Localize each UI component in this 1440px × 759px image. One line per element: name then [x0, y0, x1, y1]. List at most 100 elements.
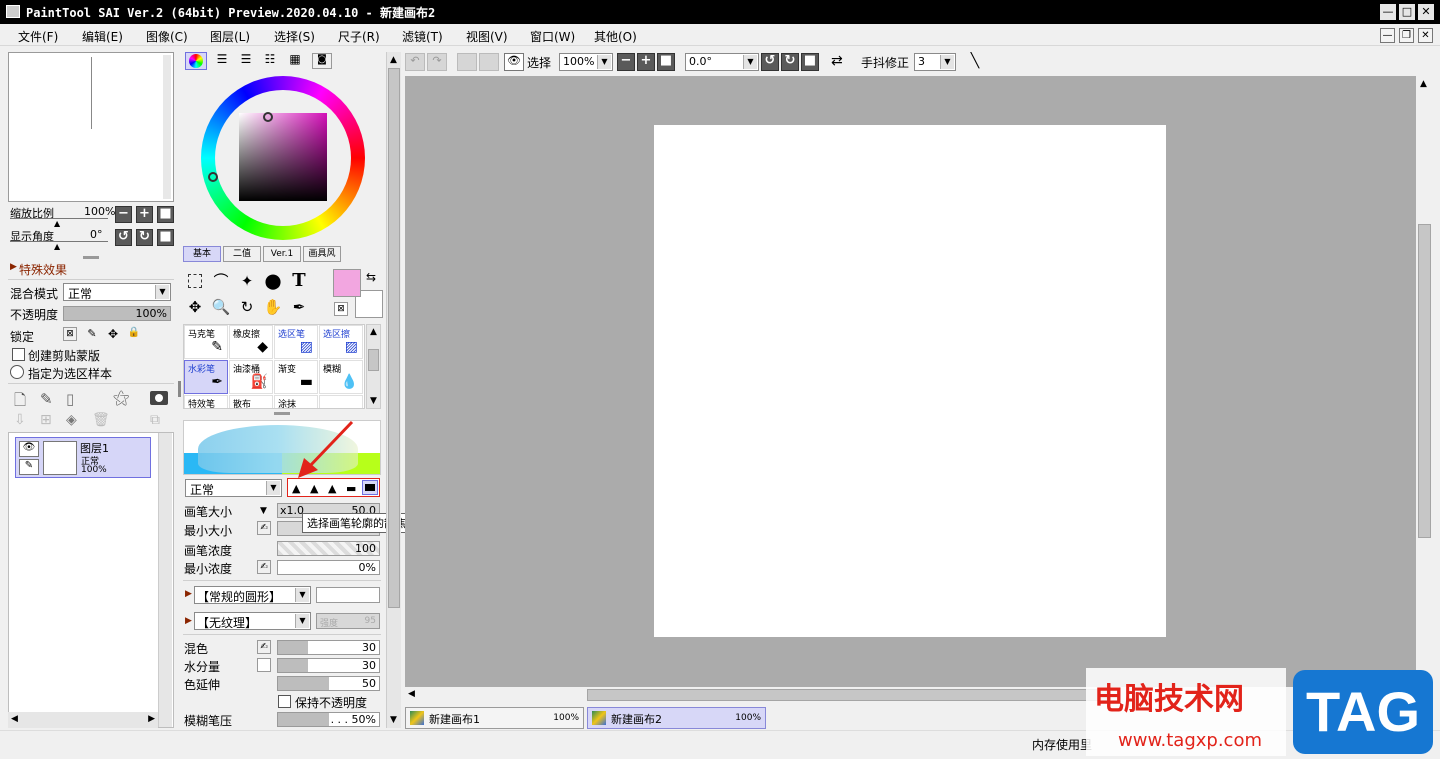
brush-blur[interactable]: 模糊 💧	[319, 360, 363, 394]
canvas[interactable]	[654, 125, 1166, 637]
brush-eraser[interactable]: 橡皮擦 ◆	[229, 325, 273, 359]
effects-arrow-icon[interactable]: ▶	[10, 262, 17, 272]
effects-label[interactable]: 特殊效果	[19, 261, 67, 278]
layer-row[interactable]: 👁 ✎ 图层1 正常 100%	[15, 437, 151, 478]
brush-bucket[interactable]: 油漆桶 ⛽	[229, 360, 273, 394]
rotate-right-button[interactable]: ↻	[781, 53, 799, 71]
edge-soft-2-icon[interactable]: ▲	[328, 482, 336, 495]
opacity-slider[interactable]: 100%	[63, 306, 171, 321]
edge-soft-1-icon[interactable]: ▬	[346, 482, 356, 495]
brush-selection-pen[interactable]: 选区笔 ▨	[274, 325, 318, 359]
rect-select-icon[interactable]	[183, 269, 207, 293]
zoom-icon[interactable]: 🔍	[209, 295, 233, 319]
menu-layer[interactable]: 图层(L)	[210, 28, 250, 45]
clear-layer-icon[interactable]: ◈	[66, 412, 77, 428]
water-slider[interactable]: 30	[277, 658, 380, 673]
menu-filter[interactable]: 滤镜(T)	[402, 28, 443, 45]
water-pressure-checkbox[interactable]	[257, 658, 271, 672]
canvas-viewport[interactable]	[405, 76, 1416, 687]
brush-empty-slot[interactable]	[319, 395, 363, 408]
tool-panel-scrollbar[interactable]: ▲ ▼	[386, 52, 401, 728]
menu-file[interactable]: 文件(F)	[18, 28, 58, 45]
brush-icon[interactable]: ✎	[19, 459, 39, 475]
zoom-out-button[interactable]: −	[617, 53, 635, 71]
color-wheel-tab[interactable]	[185, 52, 207, 70]
rotate-right-button[interactable]: ↻	[136, 229, 153, 246]
primary-color-swatch[interactable]	[333, 269, 361, 297]
brush-watercolor[interactable]: 水彩笔 ✒	[184, 360, 228, 394]
sv-picker-handle[interactable]	[263, 112, 273, 122]
hsv-slider-tab[interactable]: ☰	[236, 52, 256, 70]
brush-effect-pen[interactable]: 特效笔✎	[184, 395, 228, 408]
tab-painter-style[interactable]: 画具风	[303, 246, 341, 262]
texture-expand-icon[interactable]: ▶	[185, 616, 192, 626]
panel-splitter-vertical[interactable]	[178, 381, 181, 397]
tab-basic[interactable]: 基本	[183, 246, 221, 262]
move-icon[interactable]: ✥	[183, 295, 207, 319]
blur-pressure-slider[interactable]: . . . 50%	[277, 712, 380, 727]
tab-binary[interactable]: 二值	[223, 246, 261, 262]
hue-picker-handle[interactable]	[208, 172, 218, 182]
rotate-left-button[interactable]: ↺	[761, 53, 779, 71]
minimize-button[interactable]: —	[1380, 4, 1396, 20]
zoom-out-button[interactable]: −	[115, 206, 132, 223]
lock-move-icon[interactable]: ✥	[106, 327, 120, 341]
merge-down-icon[interactable]: ⊞	[40, 412, 52, 428]
density-slider[interactable]: 100	[277, 541, 380, 556]
eye-icon[interactable]: 👁	[504, 53, 524, 71]
mdi-restore-button[interactable]: ❐	[1399, 28, 1414, 43]
panel-splitter[interactable]	[274, 412, 290, 415]
menu-view[interactable]: 视图(V)	[466, 28, 508, 45]
stabilizer-select[interactable]: 3 ▼	[914, 53, 956, 71]
rotate-left-button[interactable]: ↺	[115, 229, 132, 246]
lasso-icon[interactable]: ⌒	[209, 269, 233, 293]
brush-grid-scrollbar[interactable]: ▲ ▼	[366, 324, 381, 409]
shape-icon[interactable]: ⬤	[261, 269, 285, 293]
straight-line-icon[interactable]: ╲	[965, 53, 985, 71]
hand-icon[interactable]: ✋	[261, 295, 285, 319]
menu-other[interactable]: 其他(O)	[594, 28, 637, 45]
brush-shape-select[interactable]: 【常规的圆形】 ▼	[194, 586, 311, 604]
menu-select[interactable]: 选择(S)	[274, 28, 315, 45]
blend-slider[interactable]: 30	[277, 640, 380, 655]
magic-wand-icon[interactable]: ✦	[235, 269, 259, 293]
navigator-preview[interactable]	[8, 52, 174, 202]
brush-smudge[interactable]: 涂抹☜	[274, 395, 318, 408]
brush-selection-eraser[interactable]: 选区擦 ▨	[319, 325, 363, 359]
brush-gradient[interactable]: 渐变 ▬	[274, 360, 318, 394]
lock-paint-icon[interactable]: ✎	[85, 327, 99, 341]
text-tool-icon[interactable]: T	[287, 269, 311, 293]
zoom-reset-button[interactable]: ■	[657, 53, 675, 71]
undo-icon[interactable]: ↶	[405, 53, 425, 71]
deselect-icon[interactable]	[457, 53, 477, 71]
zoom-slider-handle[interactable]: ▲	[54, 219, 60, 228]
min-density-slider[interactable]: 0%	[277, 560, 380, 575]
scratchpad-tab[interactable]: ◙	[312, 53, 332, 69]
layer-list-hscrollbar[interactable]: ◀ ▶	[8, 712, 158, 728]
apply-mask-icon[interactable]: ⧉	[150, 412, 160, 428]
menu-ruler[interactable]: 尺子(R)	[338, 28, 380, 45]
swap-colors-icon[interactable]: ⇆	[366, 270, 376, 284]
edge-hard-icon[interactable]	[362, 480, 378, 495]
shape-expand-icon[interactable]: ▶	[185, 589, 192, 599]
flip-horizontal-icon[interactable]: ⇄	[831, 53, 843, 69]
rotate-reset-button[interactable]: ■	[157, 229, 174, 246]
stretch-slider[interactable]: 50	[277, 676, 380, 691]
swatch-list-tab[interactable]: ☷	[260, 52, 280, 70]
clip-mask-checkbox[interactable]	[12, 348, 25, 361]
brush-scatter[interactable]: 散布·	[229, 395, 273, 408]
rotate-reset-button[interactable]: ■	[801, 53, 819, 71]
redo-icon[interactable]: ↷	[427, 53, 447, 71]
palette-tab[interactable]: ▦	[284, 52, 306, 70]
layer-effects-icon[interactable]: ⚝	[113, 388, 130, 408]
zoom-reset-button[interactable]: ■	[157, 206, 174, 223]
angle-select[interactable]: 0.0° ▼	[685, 53, 759, 71]
lock-all-icon[interactable]: 🔒	[127, 327, 141, 341]
layer-mask-icon[interactable]	[150, 391, 168, 405]
saturation-value-square[interactable]	[239, 113, 327, 201]
transfer-down-icon[interactable]: ⇩	[14, 412, 26, 428]
rgb-slider-tab[interactable]: ☰	[212, 52, 232, 70]
layer-list-scrollbar[interactable]	[158, 433, 172, 727]
keep-opacity-checkbox[interactable]	[278, 695, 291, 708]
mdi-close-button[interactable]: ✕	[1418, 28, 1433, 43]
